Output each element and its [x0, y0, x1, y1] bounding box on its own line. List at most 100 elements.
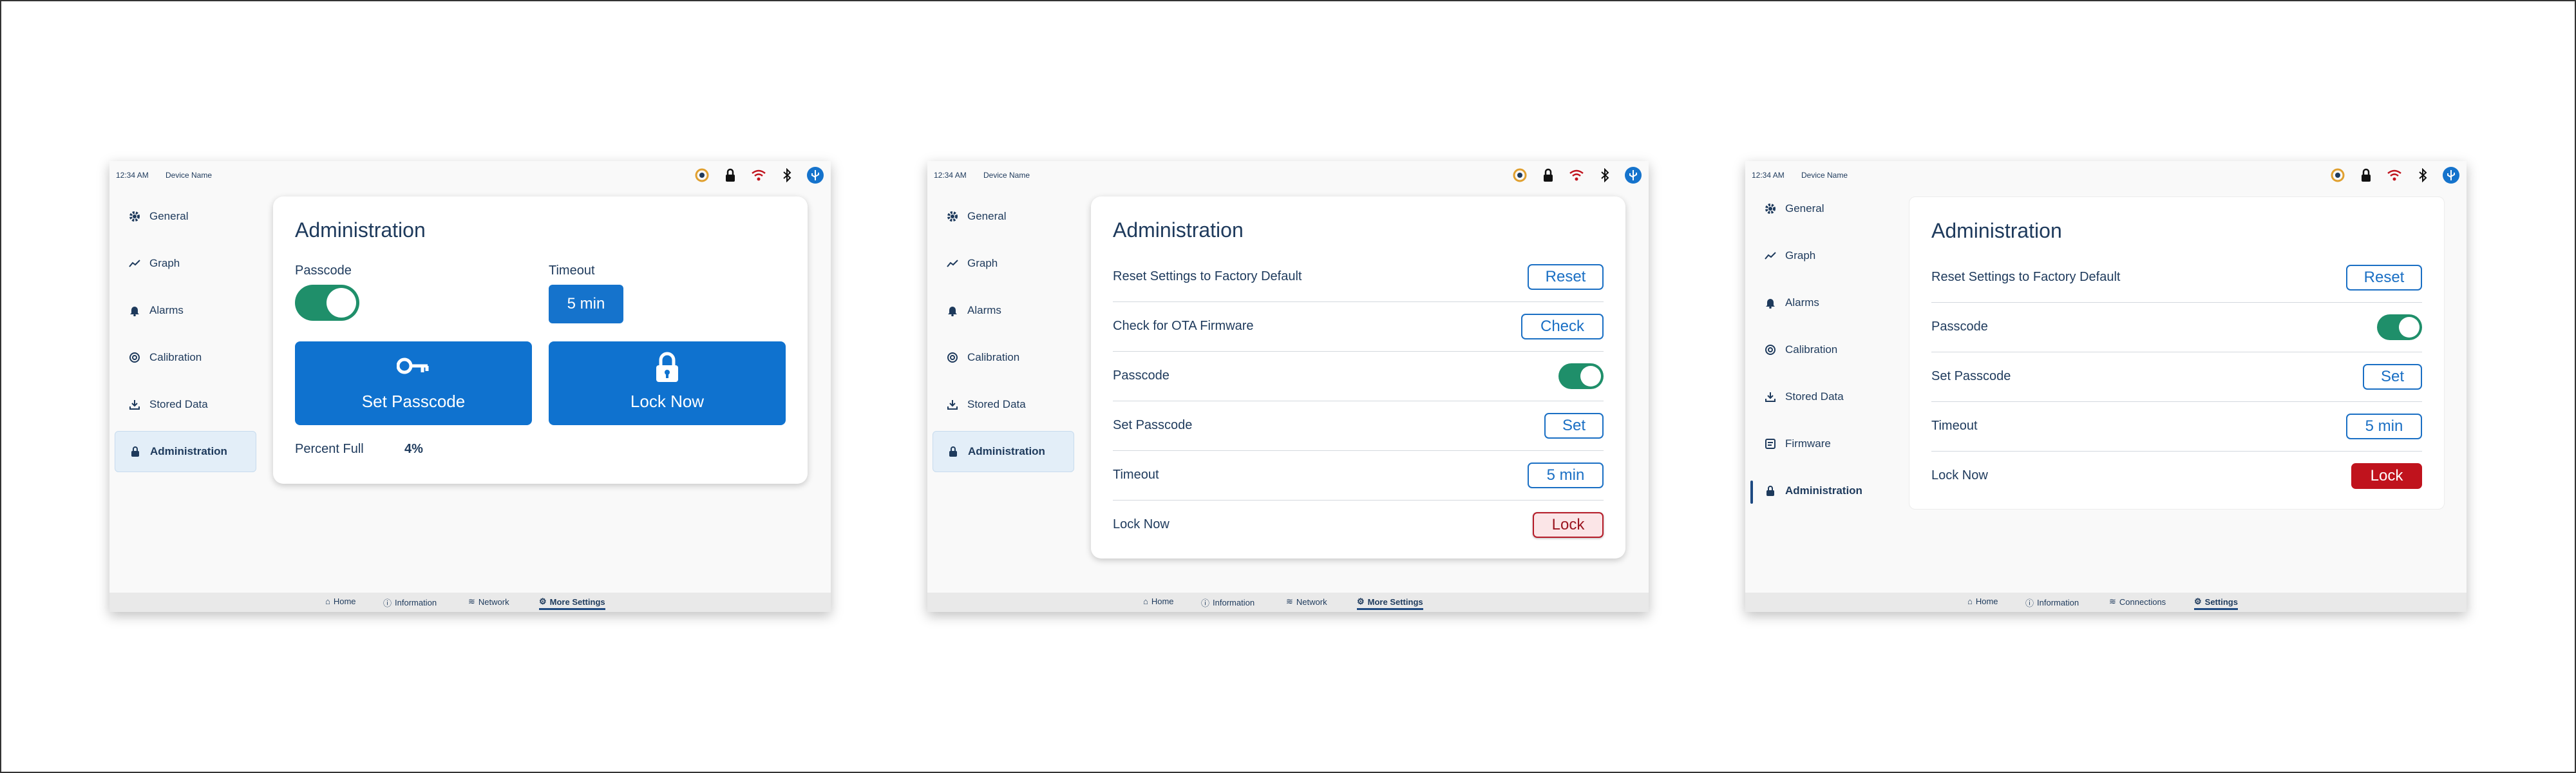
gear-icon — [945, 209, 960, 224]
usb-icon[interactable] — [806, 166, 824, 184]
bottom-nav-label: Network — [478, 596, 509, 607]
reset-button[interactable]: Reset — [1528, 263, 1604, 290]
sidebar-item-alarms[interactable]: Alarms — [1750, 282, 1892, 323]
sidebar-item-label: Calibration — [1785, 343, 1838, 356]
sidebar-item-label: Stored Data — [149, 398, 208, 410]
bottom-nav-label: Home — [333, 596, 356, 606]
sidebar-item-firmware[interactable]: Firmware — [1750, 423, 1892, 464]
check-button[interactable]: Check — [1521, 313, 1604, 339]
bottom-nav-network[interactable]: ≋ Network — [468, 596, 509, 607]
row-label: Reset Settings to Factory Default — [1113, 269, 1302, 283]
status-time: 12:34 AM — [116, 171, 149, 180]
sidebar-item-calibration[interactable]: Calibration — [1750, 329, 1892, 370]
timeout-button[interactable]: 5 min — [2346, 413, 2422, 439]
lock-button[interactable]: Lock — [1533, 511, 1604, 538]
device-name: Device Name — [1801, 171, 1848, 180]
sidebar-item-label: Calibration — [967, 351, 1020, 363]
bottom-nav-home[interactable]: ⌂ Home — [1143, 596, 1174, 606]
usb-icon[interactable] — [1624, 166, 1642, 184]
row-reset-settings: Reset Settings to Factory Default Reset — [1113, 252, 1604, 302]
battery-icon — [2329, 166, 2347, 184]
sidebar-item-graph[interactable]: Graph — [115, 243, 256, 284]
bottom-nav-information[interactable]: ⓘ Information — [2025, 596, 2079, 609]
bottom-nav-more-settings[interactable]: ⚙ More Settings — [539, 596, 605, 610]
passcode-toggle[interactable] — [1558, 363, 1604, 389]
download-icon — [1763, 390, 1777, 404]
toggle-knob — [1580, 365, 1601, 386]
sidebar-item-administration[interactable]: Administration — [1750, 470, 1892, 511]
home-icon: ⌂ — [325, 596, 330, 606]
timeout-button[interactable]: 5 min — [549, 285, 623, 323]
info-icon: ⓘ — [1201, 598, 1210, 608]
lock-now-button[interactable]: Lock Now — [549, 341, 786, 425]
bottom-nav-label: Settings — [2204, 596, 2238, 607]
passcode-toggle[interactable] — [295, 285, 359, 321]
graph-icon — [945, 256, 960, 271]
percent-full-label: Percent Full — [295, 442, 364, 456]
sidebar-item-calibration[interactable]: Calibration — [115, 337, 256, 378]
wifi-icon — [2385, 166, 2403, 184]
sidebar-item-label: Alarms — [1785, 296, 1819, 309]
timeout-button[interactable]: 5 min — [1528, 462, 1604, 488]
sidebar-item-label: Administration — [150, 445, 227, 457]
bottom-nav: ⌂ Home ⓘ Information ≋ Network ⚙ More Settin… — [927, 593, 1649, 612]
sidebar-item-stored-data[interactable]: Stored Data — [1750, 376, 1892, 417]
bottom-nav-information[interactable]: ⓘ Information — [383, 596, 437, 609]
bottom-nav-label: Home — [1975, 596, 1998, 606]
bottom-nav: ⌂ Home ⓘ Information ≋ Connections ⚙ Setting… — [1745, 593, 2467, 612]
bottom-nav-settings[interactable]: ⚙ Settings — [2194, 596, 2238, 610]
sidebar-item-general[interactable]: General — [1750, 188, 1892, 229]
sidebar-item-general[interactable]: General — [933, 196, 1074, 237]
set-passcode-button[interactable]: Set Passcode — [295, 341, 532, 425]
sidebar-item-graph[interactable]: Graph — [933, 243, 1074, 284]
sidebar-item-graph[interactable]: Graph — [1750, 235, 1892, 276]
reset-button[interactable]: Reset — [2346, 264, 2422, 291]
bottom-nav-home[interactable]: ⌂ Home — [325, 596, 356, 606]
bottom-nav-label: More Settings — [1367, 596, 1423, 607]
bottom-nav: ⌂ Home ⓘ Information ≋ Network ⚙ More Settin… — [109, 593, 831, 612]
sidebar-item-administration[interactable]: Administration — [115, 431, 256, 472]
row-label: Timeout — [1931, 419, 1978, 433]
row-label: Passcode — [1113, 368, 1170, 383]
sidebar-item-alarms[interactable]: Alarms — [115, 290, 256, 331]
bottom-nav-label: More Settings — [549, 596, 605, 607]
sidebar-item-stored-data[interactable]: Stored Data — [115, 384, 256, 425]
bottom-nav-label: Home — [1151, 596, 1174, 606]
set-passcode-button[interactable]: Set — [2363, 363, 2422, 390]
lock-icon — [2357, 166, 2375, 184]
usb-icon[interactable] — [2442, 166, 2460, 184]
row-lock-now: Lock Now Lock — [1113, 500, 1604, 549]
row-label: Set Passcode — [1113, 418, 1193, 432]
sidebar-item-label: Administration — [968, 445, 1045, 457]
bell-icon — [945, 303, 960, 318]
sidebar-item-calibration[interactable]: Calibration — [933, 337, 1074, 378]
firmware-icon — [1763, 437, 1777, 451]
toggle-knob — [2399, 316, 2420, 338]
lock-icon — [946, 444, 960, 459]
set-passcode-label: Set Passcode — [361, 392, 466, 411]
bottom-nav-label: Information — [395, 598, 437, 607]
status-bar: 12:34 AM Device Name — [109, 161, 831, 188]
set-passcode-button[interactable]: Set — [1544, 412, 1604, 439]
bottom-nav-connections[interactable]: ≋ Connections — [2109, 596, 2166, 607]
sidebar-item-general[interactable]: General — [115, 196, 256, 237]
calibration-icon — [1763, 343, 1777, 357]
sidebar-item-administration[interactable]: Administration — [933, 431, 1074, 472]
device-screen-3: 12:34 AM Device Name General Graph Alarm… — [1745, 161, 2467, 612]
bottom-nav-information[interactable]: ⓘ Information — [1201, 596, 1255, 609]
sidebar-item-stored-data[interactable]: Stored Data — [933, 384, 1074, 425]
bottom-nav-more-settings[interactable]: ⚙ More Settings — [1357, 596, 1423, 610]
sidebar-item-alarms[interactable]: Alarms — [933, 290, 1074, 331]
bottom-nav-home[interactable]: ⌂ Home — [1967, 596, 1998, 606]
sidebar-item-label: General — [967, 210, 1007, 222]
lock-button[interactable]: Lock — [2351, 463, 2422, 489]
lock-icon — [721, 166, 739, 184]
row-label: Lock Now — [1113, 517, 1170, 531]
sidebar: General Graph Alarms Calibration Stored … — [933, 196, 1074, 478]
bottom-nav-network[interactable]: ≋ Network — [1286, 596, 1327, 607]
sidebar-item-label: Alarms — [149, 304, 184, 316]
device-name: Device Name — [983, 171, 1030, 180]
passcode-toggle[interactable] — [2377, 314, 2422, 340]
administration-card: Administration Reset Settings to Factory… — [1091, 196, 1625, 558]
key-icon — [295, 356, 532, 376]
